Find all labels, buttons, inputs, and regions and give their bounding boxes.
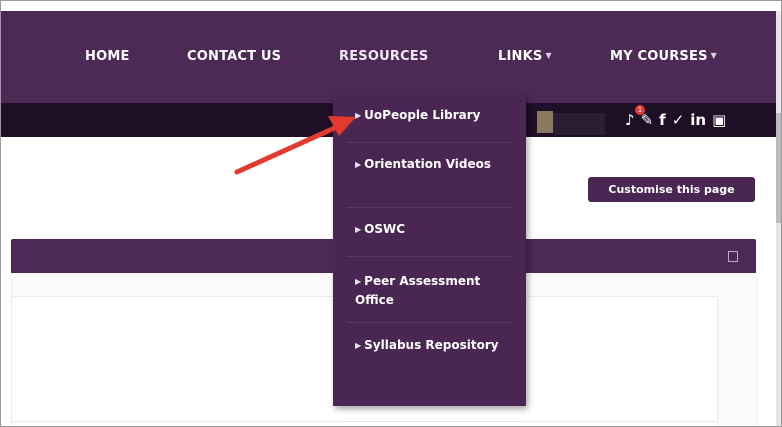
nav-resources[interactable]: RESOURCES (339, 49, 428, 64)
menu-item-peer-assessment-office[interactable]: ▶ Peer Assessment Office (355, 272, 515, 309)
menu-item-syllabus-repository[interactable]: ▶ Syllabus Repository (355, 336, 515, 355)
menu-divider (347, 322, 512, 323)
menu-divider (347, 256, 512, 257)
nav-links[interactable]: LINKS ▼ (498, 49, 552, 64)
notification-badge: 1 (635, 105, 645, 115)
menu-item-label: Orientation Videos (364, 157, 492, 171)
avatar[interactable] (537, 111, 553, 133)
bell-icon[interactable]: ♪ (625, 111, 635, 129)
collapse-icon[interactable] (728, 251, 738, 262)
top-navigation-bar: HOME CONTACT US RESOURCES LINKS ▼ MY COUR… (1, 11, 776, 103)
linkedin-icon[interactable]: in (690, 111, 706, 129)
youtube-icon[interactable]: ▣ (712, 111, 726, 129)
scrollbar-thumb[interactable] (776, 113, 781, 223)
menu-divider (347, 142, 512, 143)
menu-item-label: Syllabus Repository (364, 338, 499, 352)
caret-right-icon: ▶ (355, 160, 362, 169)
scrollbar[interactable] (776, 11, 781, 426)
user-name-redacted[interactable] (553, 113, 605, 135)
resources-dropdown-menu: ▶ UoPeople Library ▶ Orientation Videos ▶ O… (333, 92, 526, 406)
menu-divider (347, 207, 512, 208)
browser-viewport: HOME CONTACT US RESOURCES LINKS ▼ MY COUR… (0, 0, 782, 427)
caret-right-icon: ▶ (355, 341, 362, 350)
menu-item-orientation-videos[interactable]: ▶ Orientation Videos (355, 155, 515, 174)
nav-my-courses[interactable]: MY COURSES ▼ (610, 49, 717, 64)
nav-resources-label: RESOURCES (339, 49, 429, 64)
facebook-icon[interactable]: f (659, 111, 666, 129)
menu-item-oswc[interactable]: ▶ OSWC (355, 220, 515, 239)
menu-item-label: Peer Assessment Office (355, 274, 481, 307)
chevron-down-icon: ▼ (710, 51, 717, 60)
chevron-down-icon: ▼ (545, 51, 552, 60)
nav-home[interactable]: HOME (85, 49, 130, 64)
menu-item-label: UoPeople Library (364, 108, 481, 122)
divider (11, 421, 716, 422)
nav-contact-us[interactable]: CONTACT US (187, 49, 281, 64)
caret-right-icon: ▶ (355, 225, 362, 234)
twitter-icon[interactable]: ✓ (672, 111, 685, 129)
nav-my-courses-label: MY COURSES (610, 49, 708, 64)
caret-right-icon: ▶ (355, 277, 362, 286)
customise-page-button[interactable]: Customise this page (588, 177, 755, 202)
nav-contact-label: CONTACT US (187, 49, 282, 64)
nav-home-label: HOME (85, 49, 130, 64)
menu-item-uopeople-library[interactable]: ▶ UoPeople Library (355, 106, 515, 125)
caret-right-icon: ▶ (355, 111, 362, 120)
menu-item-label: OSWC (364, 222, 406, 236)
nav-links-label: LINKS (498, 49, 543, 64)
